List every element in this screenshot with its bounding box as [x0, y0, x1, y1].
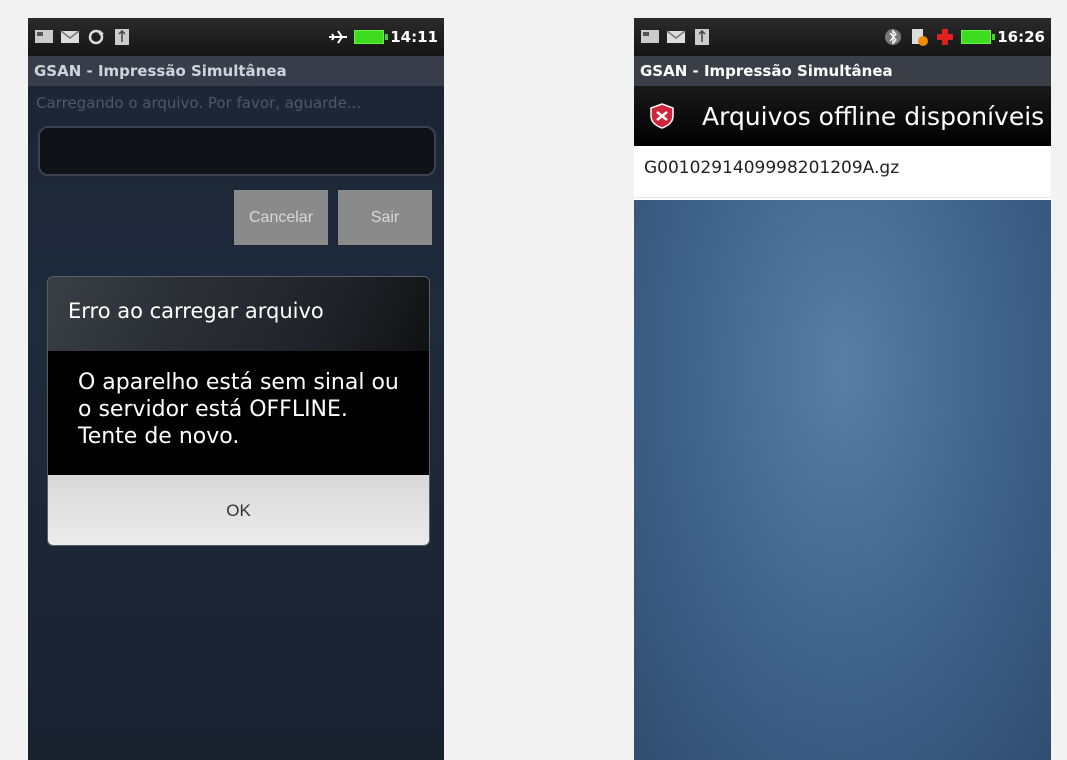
- cancel-button[interactable]: Cancelar: [234, 190, 328, 245]
- dialog-message: O aparelho está sem sinal ou o servidor …: [48, 351, 429, 475]
- sync-icon: [86, 28, 106, 46]
- exit-button[interactable]: Sair: [338, 190, 432, 245]
- dialog-message-line: Tente de novo.: [78, 424, 240, 449]
- dialog-footer: OK: [48, 475, 429, 545]
- usb-icon: [692, 28, 712, 46]
- status-bar: 14:11: [28, 18, 444, 56]
- error-dialog: Erro ao carregar arquivo O aparelho está…: [47, 276, 430, 546]
- shield-error-icon: [648, 102, 676, 130]
- loading-text: Carregando o arquivo. Por favor, aguarde…: [36, 94, 362, 112]
- section-header: Arquivos offline disponíveis: [634, 86, 1051, 146]
- screen-icon: [34, 28, 54, 46]
- email-icon: [60, 28, 80, 46]
- app-title: GSAN - Impressão Simultânea: [28, 56, 444, 86]
- status-bar: 16:26: [634, 18, 1051, 56]
- dialog-message-line: o servidor está OFFLINE.: [78, 397, 348, 422]
- app-title: GSAN - Impressão Simultânea: [634, 56, 1051, 86]
- button-row: Cancelar Sair: [28, 176, 444, 245]
- plus-icon: [935, 28, 955, 46]
- dialog-message-line: O aparelho está sem sinal ou: [78, 370, 399, 395]
- list-item[interactable]: G0010291409998201209A.gz: [634, 146, 1051, 198]
- status-time: 14:11: [390, 28, 438, 46]
- dialog-title: Erro ao carregar arquivo: [48, 277, 429, 351]
- empty-list-background: [634, 200, 1051, 760]
- email-icon: [666, 28, 686, 46]
- screen-icon: [640, 28, 660, 46]
- airplane-icon: [328, 28, 348, 46]
- section-title: Arquivos offline disponíveis: [702, 101, 1045, 131]
- status-time: 16:26: [997, 28, 1045, 46]
- bluetooth-icon: [883, 28, 903, 46]
- progress-bar: [38, 126, 436, 176]
- battery-icon: [354, 30, 389, 44]
- usb-icon: [112, 28, 132, 46]
- battery-icon: [961, 30, 996, 44]
- phone-screen-left: 14:11 GSAN - Impressão Simultânea Carreg…: [28, 18, 444, 760]
- ok-button[interactable]: OK: [226, 501, 251, 521]
- file-warning-icon: [909, 28, 929, 46]
- phone-screen-right: 16:26 GSAN - Impressão Simultânea Arquiv…: [634, 18, 1051, 760]
